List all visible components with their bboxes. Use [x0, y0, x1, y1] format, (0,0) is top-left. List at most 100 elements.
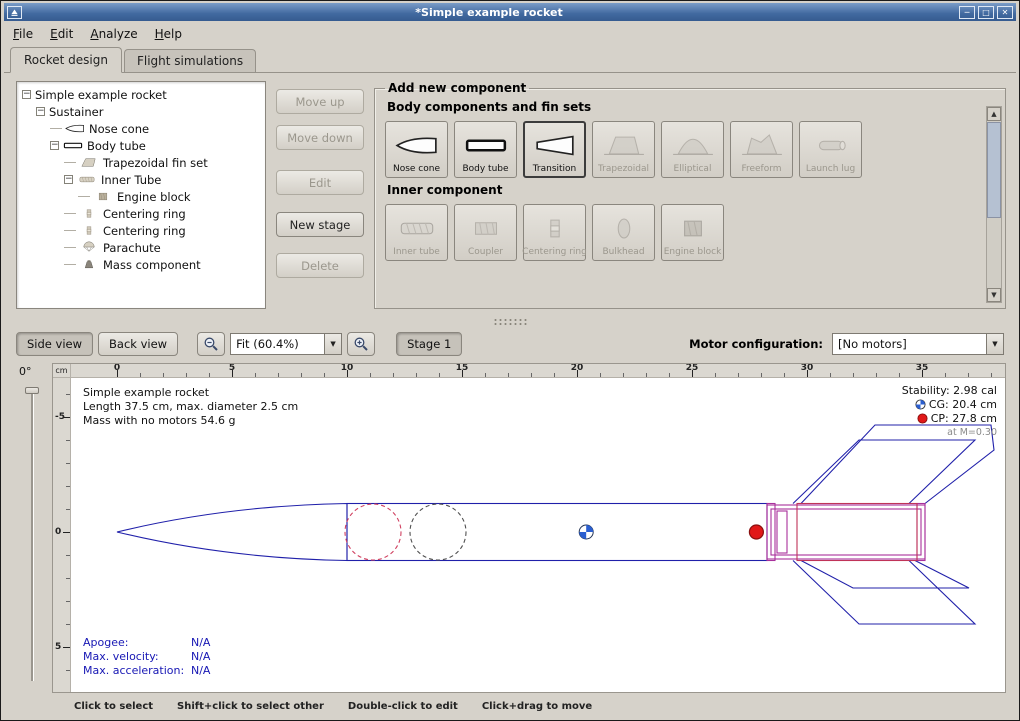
ruler-label: 30 — [801, 364, 814, 373]
tree-item-trapezoidal-fin-set[interactable]: Trapezoidal fin set — [19, 154, 263, 171]
expander-icon[interactable]: − — [50, 141, 59, 150]
expander-icon[interactable]: − — [36, 107, 45, 116]
ruler-tick — [623, 373, 624, 377]
add-centering-ring-button[interactable]: Centering ring — [523, 204, 586, 261]
close-button[interactable]: ✕ — [997, 6, 1013, 19]
tree-item-engine-block[interactable]: Engine block — [19, 188, 263, 205]
flight-stat-label: Apogee: — [83, 636, 191, 650]
ruler-tick — [140, 373, 141, 377]
back-view-button[interactable]: Back view — [98, 332, 178, 356]
ruler-tick — [63, 647, 70, 648]
tree-connector — [64, 162, 76, 163]
engine-block-icon — [670, 209, 716, 247]
expander-icon[interactable]: − — [22, 90, 31, 99]
component-group-title: Body components and fin sets — [387, 100, 981, 114]
scroll-up-icon[interactable]: ▲ — [987, 107, 1001, 121]
zoom-select-value: Fit (60.4%) — [231, 337, 324, 351]
ruler-label: 35 — [916, 364, 929, 373]
rocket-canvas[interactable]: cm 05101520253035 -505 Simple example ro… — [52, 363, 1006, 693]
edit-button[interactable]: Edit — [276, 170, 364, 195]
tree-item-body-tube[interactable]: −Body tube — [19, 137, 263, 154]
ruler-tick — [784, 373, 785, 377]
add-body-tube-button[interactable]: Body tube — [454, 121, 517, 178]
add-launch-lug-button[interactable]: Launch lug — [799, 121, 862, 178]
tree-connector — [78, 196, 90, 197]
component-button-label: Nose cone — [393, 164, 440, 174]
bulkhead-icon — [601, 209, 647, 247]
zoom-out-button[interactable] — [197, 332, 225, 356]
menu-file[interactable]: File — [13, 27, 33, 41]
add-transition-button[interactable]: Transition — [523, 121, 586, 178]
ruler-tick — [66, 624, 70, 625]
add-inner-tube-button[interactable]: Inner tube — [385, 204, 448, 261]
tree-item-mass-component[interactable]: Mass component — [19, 256, 263, 273]
tree-connector — [64, 247, 76, 248]
canvas-row: 0° — [4, 359, 1016, 695]
tree-item-centering-ring[interactable]: Centering ring — [19, 205, 263, 222]
inner-tube-icon — [394, 209, 440, 247]
side-view-button[interactable]: Side view — [16, 332, 93, 356]
component-button-label: Launch lug — [806, 164, 855, 174]
ruler-tick — [876, 373, 877, 377]
ruler-tick — [278, 373, 279, 377]
tree-item-centering-ring[interactable]: Centering ring — [19, 222, 263, 239]
action-column: Move up Move down Edit New stage Delete — [276, 81, 364, 309]
motor-configuration-select[interactable]: [No motors] ▼ — [832, 333, 1004, 355]
menu-help[interactable]: Help — [155, 27, 182, 41]
stage-1-toggle[interactable]: Stage 1 — [396, 332, 462, 356]
ruler-label: 5 — [55, 642, 61, 652]
add-coupler-button[interactable]: Coupler — [454, 204, 517, 261]
mass-component-outline — [410, 504, 466, 560]
tree-connector — [64, 213, 76, 214]
scrollbar-thumb[interactable] — [987, 122, 1001, 218]
expander-icon[interactable]: − — [64, 175, 73, 184]
rocket-name: Simple example rocket — [83, 386, 298, 400]
delete-button[interactable]: Delete — [276, 253, 364, 278]
zoom-out-icon — [203, 336, 219, 352]
zoom-select[interactable]: Fit (60.4%) ▼ — [230, 333, 342, 355]
move-up-button[interactable]: Move up — [276, 89, 364, 114]
scroll-down-icon[interactable]: ▼ — [987, 288, 1001, 302]
tab-flight-simulations[interactable]: Flight simulations — [124, 49, 256, 72]
ruler-unit-label: cm — [53, 364, 71, 378]
ruler-label: 5 — [229, 364, 235, 373]
add-elliptical-button[interactable]: Elliptical — [661, 121, 724, 178]
ruler-tick — [66, 555, 70, 556]
tree-item-label: Inner Tube — [101, 173, 161, 187]
add-nose-cone-button[interactable]: Nose cone — [385, 121, 448, 178]
add-bulkhead-button[interactable]: Bulkhead — [592, 204, 655, 261]
add-freeform-button[interactable]: Freeform — [730, 121, 793, 178]
maximize-button[interactable]: □ — [978, 6, 994, 19]
window-menu-icon[interactable] — [7, 6, 22, 19]
rotation-slider[interactable] — [25, 387, 39, 681]
add-trapezoidal-button[interactable]: Trapezoidal — [592, 121, 655, 178]
move-down-button[interactable]: Move down — [276, 125, 364, 150]
tree-item-parachute[interactable]: Parachute — [19, 239, 263, 256]
menu-analyze[interactable]: Analyze — [90, 27, 137, 41]
splitter-handle[interactable] — [4, 315, 1016, 328]
tree-item-simple-example-rocket[interactable]: −Simple example rocket — [19, 86, 263, 103]
window-title: *Simple example rocket — [22, 4, 956, 21]
rotation-slider-handle[interactable] — [25, 387, 39, 394]
component-groups: Body components and fin sets Nose cone Bod… — [385, 100, 981, 261]
component-button-label: Elliptical — [674, 164, 712, 174]
motor-configuration-label: Motor configuration: — [689, 337, 823, 351]
tree-item-sustainer[interactable]: −Sustainer — [19, 103, 263, 120]
ruler-tick — [324, 373, 325, 377]
ruler-tick — [439, 373, 440, 377]
ruler-tick — [715, 373, 716, 377]
component-button-label: Bulkhead — [602, 247, 644, 257]
tab-rocket-design[interactable]: Rocket design — [10, 47, 122, 73]
rotation-slider-track — [31, 387, 33, 681]
component-scrollbar[interactable]: ▲ ▼ — [986, 106, 1002, 303]
component-button-label: Coupler — [468, 247, 503, 257]
menu-edit[interactable]: Edit — [50, 27, 73, 41]
zoom-in-button[interactable] — [347, 332, 375, 356]
add-engine-block-button[interactable]: Engine block — [661, 204, 724, 261]
nose-cone-icon — [394, 126, 440, 164]
rocket-mass: Mass with no motors 54.6 g — [83, 414, 298, 428]
new-stage-button[interactable]: New stage — [276, 212, 364, 237]
tree-item-nose-cone[interactable]: Nose cone — [19, 120, 263, 137]
tree-item-inner-tube[interactable]: − Inner Tube — [19, 171, 263, 188]
minimize-button[interactable]: ─ — [959, 6, 975, 19]
